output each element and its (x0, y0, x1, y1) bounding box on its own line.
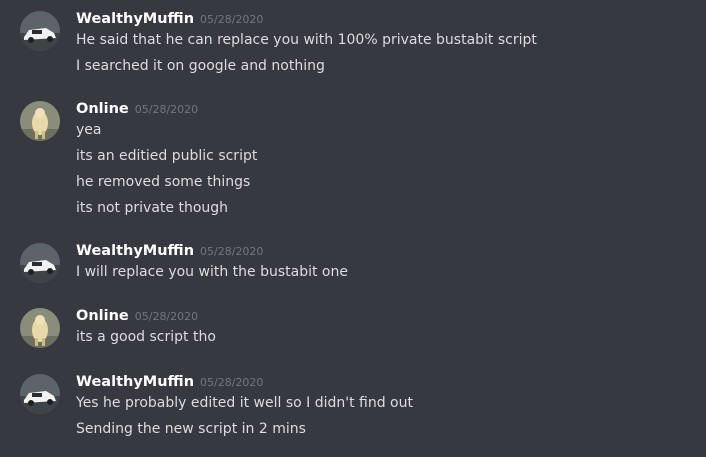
avatar[interactable] (20, 243, 60, 283)
message-text: its an editied public script (76, 148, 258, 164)
message-text: I will replace you with the bustabit one (76, 264, 348, 280)
message-text: its not private though (76, 200, 229, 216)
message-text: I searched it on google and nothing (76, 58, 325, 74)
message-text: he removed some things (76, 174, 251, 190)
message-header: WealthyMuffin 05/28/2020 (76, 240, 263, 262)
message-text: Sending the new script in 2 mins (76, 421, 306, 437)
car-avatar-icon (20, 11, 60, 51)
car-avatar-icon (20, 243, 60, 283)
animal-avatar-icon (20, 101, 60, 141)
message-text: He said that he can replace you with 100… (76, 32, 537, 48)
timestamp: 05/28/2020 (134, 103, 199, 116)
message-text: its a good script tho (76, 329, 216, 345)
animal-avatar-icon (20, 308, 60, 348)
timestamp: 05/28/2020 (200, 245, 264, 258)
message-text: yea (76, 122, 102, 138)
username[interactable]: WealthyMuffin (76, 374, 194, 390)
avatar[interactable] (20, 101, 60, 141)
message-header: WealthyMuffin 05/28/2020 (76, 8, 263, 30)
username[interactable]: WealthyMuffin (76, 11, 194, 27)
username[interactable]: Online (76, 101, 129, 117)
avatar[interactable] (20, 308, 60, 348)
timestamp: 05/28/2020 (200, 13, 264, 26)
username[interactable]: WealthyMuffin (76, 243, 194, 259)
timestamp: 05/28/2020 (200, 376, 264, 389)
message-header: Online 05/28/2020 (76, 305, 198, 327)
username[interactable]: Online (76, 308, 129, 324)
timestamp: 05/28/2020 (134, 310, 199, 323)
chat-message-list: WealthyMuffin 05/28/2020 He said that he … (0, 0, 706, 457)
message-header: WealthyMuffin 05/28/2020 (76, 371, 263, 393)
message-header: Online 05/28/2020 (76, 98, 198, 120)
message-text: Yes he probably edited it well so I didn… (76, 395, 413, 411)
avatar[interactable] (20, 11, 60, 51)
avatar[interactable] (20, 374, 60, 414)
car-avatar-icon (20, 374, 60, 414)
